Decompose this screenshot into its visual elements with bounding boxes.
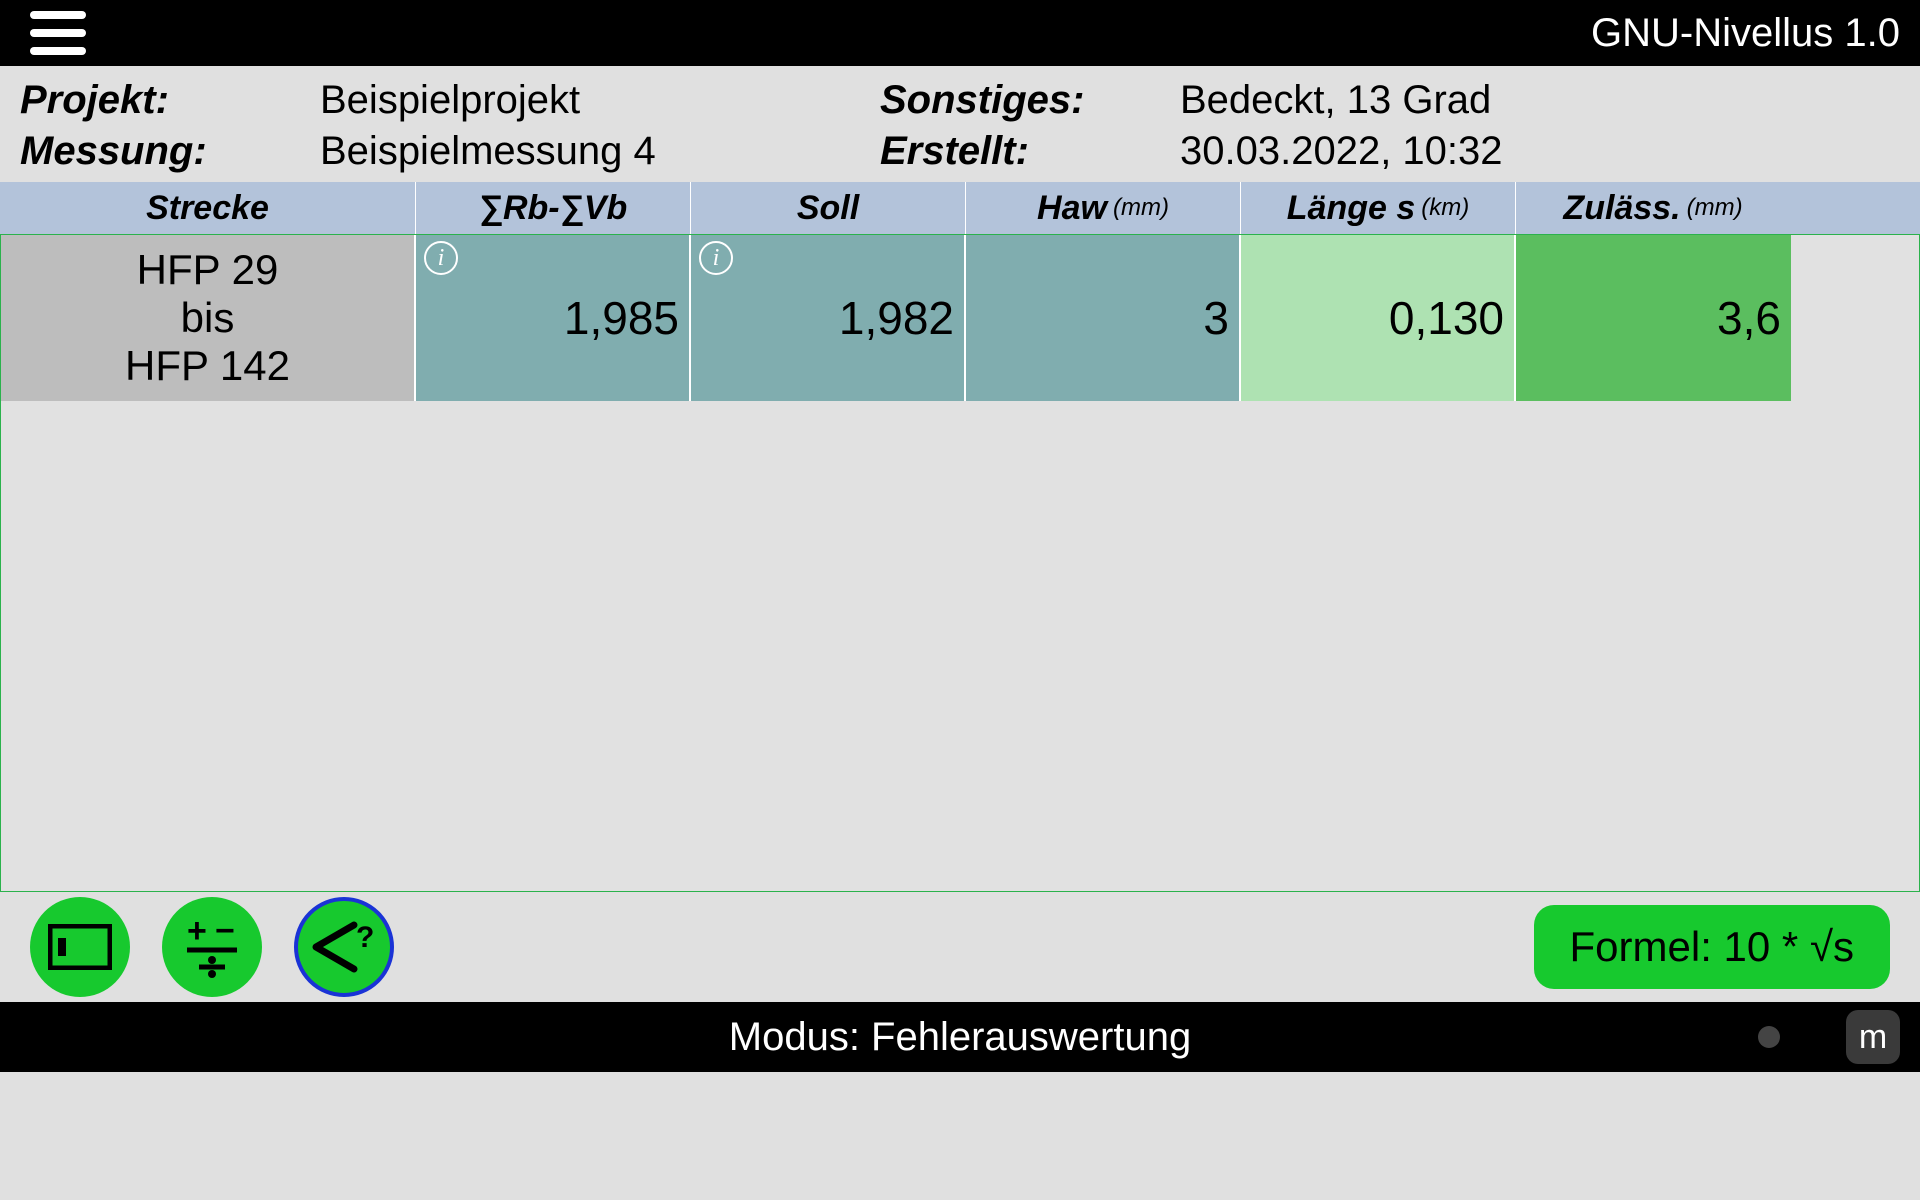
info-icon[interactable]: i (699, 241, 733, 275)
table-row[interactable]: HFP 29 bis HFP 142 i 1,985 i 1,982 3 0,1… (1, 235, 1919, 401)
top-bar: GNU-Nivellus 1.0 (0, 0, 1920, 66)
col-zulass: Zuläss.(mm) (1515, 182, 1790, 234)
created-label: Erstellt: (880, 129, 1180, 174)
menu-icon[interactable] (30, 11, 86, 55)
table-header: Strecke ∑Rb-∑Vb Soll Haw(mm) Länge s(km)… (0, 182, 1920, 234)
measurement-value: Beispielmessung 4 (320, 129, 880, 174)
cell-rbvb[interactable]: i 1,985 (416, 235, 691, 401)
bottom-toolbar: + − ? Formel: 10 * √s (0, 892, 1920, 1002)
screen-icon-button[interactable] (30, 897, 130, 997)
col-laenge: Länge s(km) (1240, 182, 1515, 234)
created-value: 30.03.2022, 10:32 (1180, 129, 1900, 174)
info-icon[interactable]: i (424, 241, 458, 275)
col-rbvb: ∑Rb-∑Vb (415, 182, 690, 234)
meta-panel: Projekt: Beispielprojekt Sonstiges: Bede… (0, 66, 1920, 182)
project-label: Projekt: (20, 78, 320, 123)
measurement-label: Messung: (20, 129, 320, 174)
col-haw: Haw(mm) (965, 182, 1240, 234)
project-value: Beispielprojekt (320, 78, 880, 123)
svg-text:+: + (187, 912, 207, 950)
svg-text:?: ? (356, 921, 374, 954)
screen-icon (48, 924, 112, 970)
data-area: HFP 29 bis HFP 142 i 1,985 i 1,982 3 0,1… (0, 234, 1920, 892)
less-than-question-button[interactable]: ? (294, 897, 394, 997)
cell-soll[interactable]: i 1,982 (691, 235, 966, 401)
other-value: Bedeckt, 13 Grad (1180, 78, 1900, 123)
status-bar: Modus: Fehlerauswertung m (0, 1002, 1920, 1072)
cell-strecke: HFP 29 bis HFP 142 (1, 235, 416, 401)
cell-haw: 3 (966, 235, 1241, 401)
col-strecke: Strecke (0, 182, 415, 234)
formula-button[interactable]: Formel: 10 * √s (1534, 905, 1890, 989)
svg-text:−: − (215, 912, 235, 950)
plus-minus-divide-icon: + − (177, 912, 247, 982)
plus-minus-divide-button[interactable]: + − (162, 897, 262, 997)
less-than-question-icon: ? (304, 917, 384, 977)
app-title: GNU-Nivellus 1.0 (1591, 11, 1900, 56)
col-soll: Soll (690, 182, 965, 234)
mode-label: Modus: Fehlerauswertung (729, 1015, 1191, 1060)
status-dot-icon (1758, 1026, 1780, 1048)
m-button[interactable]: m (1846, 1010, 1900, 1064)
cell-zulass: 3,6 (1516, 235, 1791, 401)
other-label: Sonstiges: (880, 78, 1180, 123)
cell-laenge: 0,130 (1241, 235, 1516, 401)
